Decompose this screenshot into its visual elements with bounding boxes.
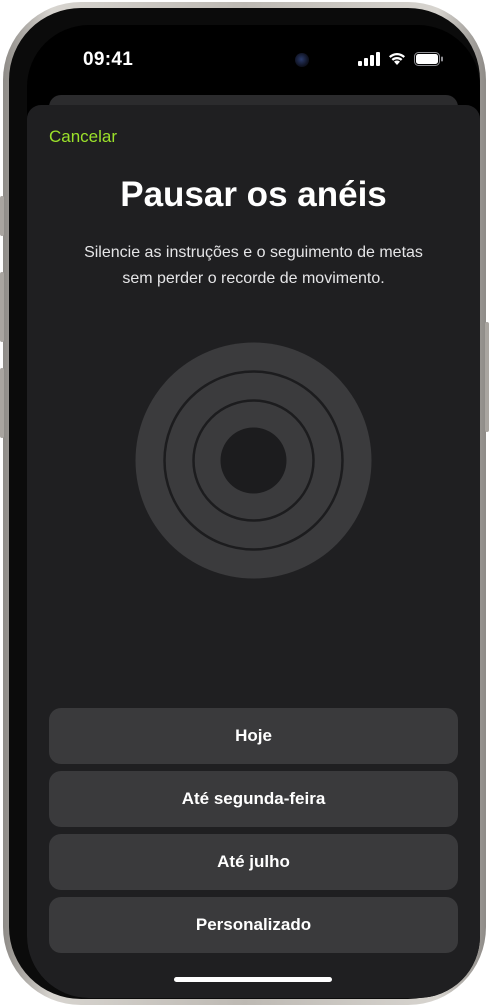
option-buttons: Hoje Até segunda-feira Até julho Persona… (49, 708, 458, 960)
pause-rings-sheet: Cancelar Pausar os anéis Silencie as ins… (27, 105, 480, 998)
home-indicator[interactable] (174, 977, 332, 982)
front-camera (295, 53, 309, 67)
battery-icon (414, 51, 444, 71)
option-custom-button[interactable]: Personalizado (49, 897, 458, 953)
volume-down-button (0, 368, 4, 438)
action-button (0, 196, 4, 236)
option-today-button[interactable]: Hoje (49, 708, 458, 764)
volume-up-button (0, 272, 4, 342)
cellular-signal-icon (358, 51, 380, 71)
wifi-icon (387, 51, 407, 71)
page-subtitle: Silencie as instruções e o seguimento de… (84, 244, 423, 287)
option-until-july-button[interactable]: Até julho (49, 834, 458, 890)
status-time: 09:41 (83, 49, 134, 70)
cancel-button[interactable]: Cancelar (49, 127, 117, 147)
screen: 09:41 Cancelar Pausar os anéis Silencie … (27, 25, 480, 998)
status-icons (358, 51, 444, 71)
page-title: Pausar os anéis (120, 175, 387, 214)
activity-rings-icon (135, 342, 372, 579)
phone-bezel: 09:41 Cancelar Pausar os anéis Silencie … (9, 8, 480, 999)
power-button (485, 322, 489, 432)
status-bar: 09:41 (27, 25, 480, 95)
option-until-monday-button[interactable]: Até segunda-feira (49, 771, 458, 827)
